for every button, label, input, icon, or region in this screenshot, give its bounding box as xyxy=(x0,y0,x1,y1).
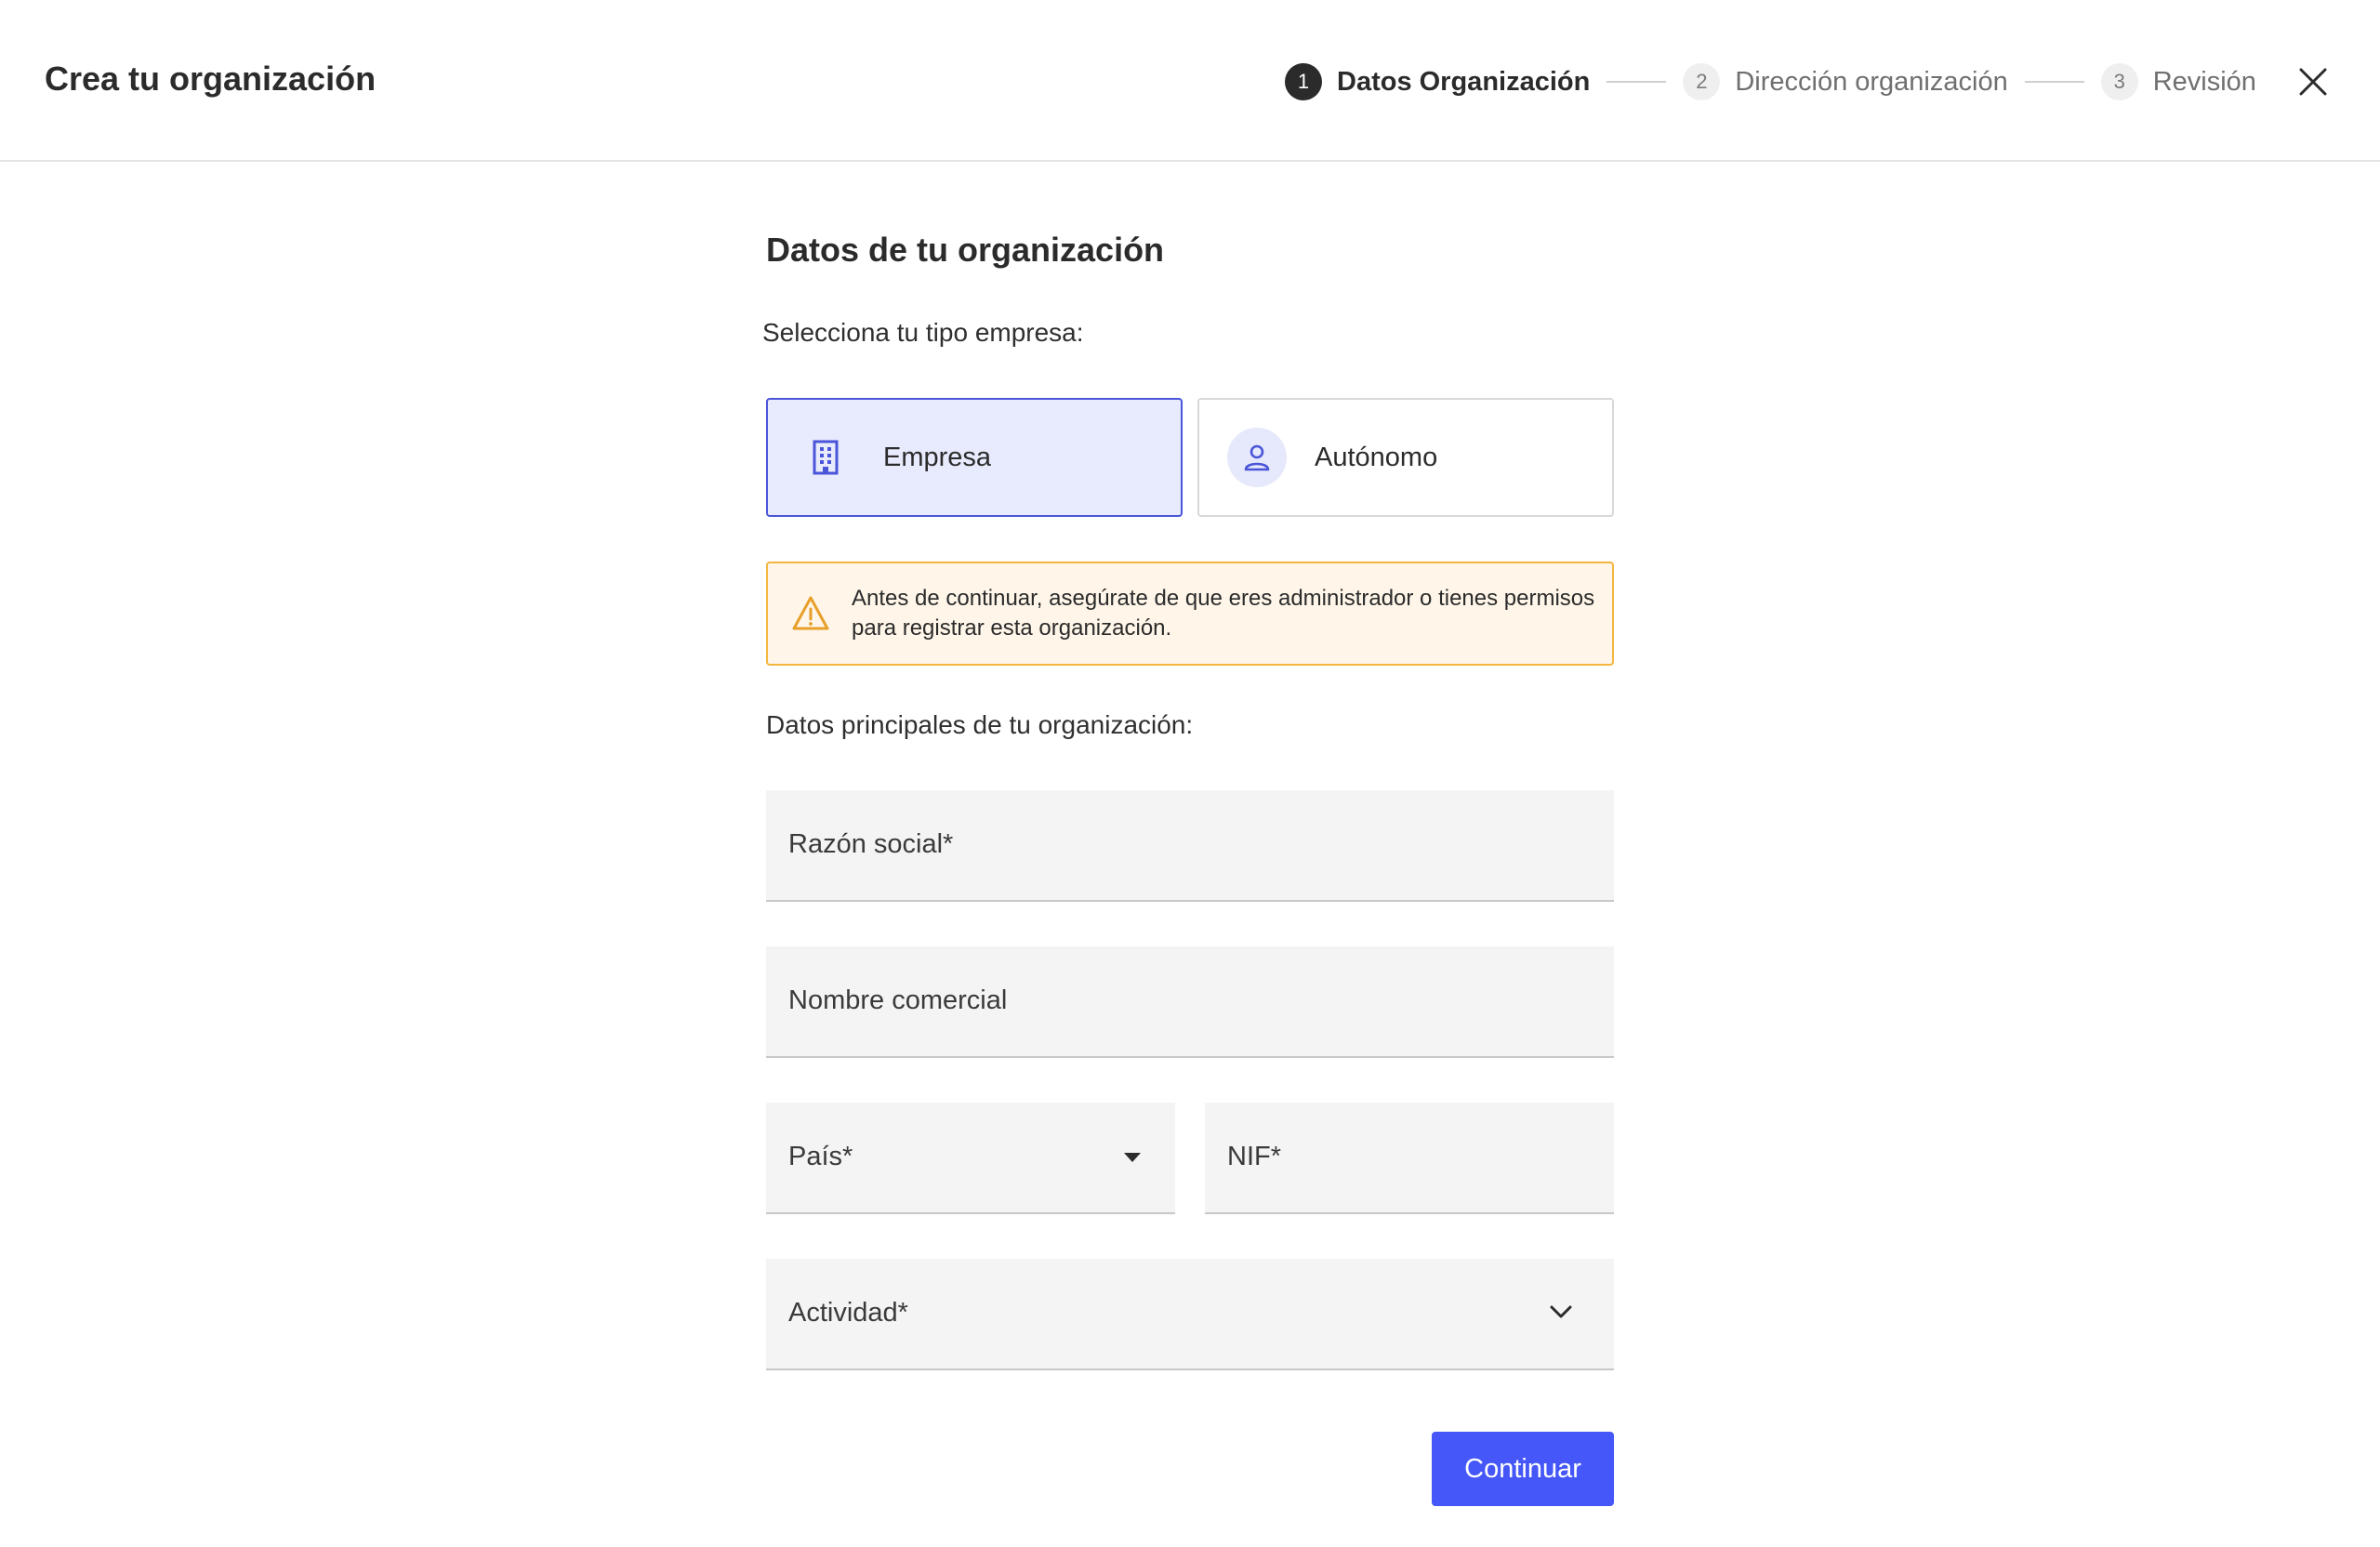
stepper: 1 Datos Organización 2 Dirección organiz… xyxy=(1285,63,2256,100)
field-label: NIF* xyxy=(1227,1142,1281,1171)
close-icon xyxy=(2299,68,2327,96)
main-data-prompt: Datos principales de tu organización: xyxy=(766,710,1194,739)
step-label: Datos Organización xyxy=(1337,66,1591,97)
step-number: 1 xyxy=(1285,63,1322,100)
actividad-select[interactable]: Actividad* xyxy=(766,1259,1614,1370)
step-datos-organizacion: 1 Datos Organización xyxy=(1285,63,1590,100)
caret-down-icon xyxy=(1124,1153,1141,1162)
step-number: 3 xyxy=(2100,63,2138,100)
field-label: País* xyxy=(788,1142,853,1171)
building-icon xyxy=(813,440,839,475)
nif-field[interactable]: NIF* xyxy=(1205,1103,1614,1214)
close-button[interactable] xyxy=(2294,63,2332,100)
section-title: Datos de tu organización xyxy=(766,231,1165,269)
type-option-label: Autónomo xyxy=(1315,442,1438,472)
nombre-comercial-field[interactable]: Nombre comercial xyxy=(766,946,1614,1058)
step-divider xyxy=(2024,81,2084,83)
field-label: Razón social* xyxy=(788,829,954,859)
pais-select[interactable]: País* xyxy=(766,1103,1175,1214)
step-divider xyxy=(1606,81,1667,83)
type-option-label: Empresa xyxy=(883,442,992,472)
header: Crea tu organización 1 Datos Organizació… xyxy=(0,0,2380,162)
chevron-down-icon xyxy=(1550,1305,1572,1318)
type-option-autonomo[interactable]: Autónomo xyxy=(1197,398,1614,517)
field-label: Nombre comercial xyxy=(788,985,1008,1015)
user-icon-wrapper xyxy=(1227,428,1287,487)
step-direccion-organizacion: 2 Dirección organización xyxy=(1683,63,2008,100)
user-icon xyxy=(1244,444,1270,471)
page-title: Crea tu organización xyxy=(45,60,377,98)
razon-social-field[interactable]: Razón social* xyxy=(766,790,1614,902)
step-label: Revisión xyxy=(2152,66,2256,97)
step-number: 2 xyxy=(1683,63,1721,100)
step-revision: 3 Revisión xyxy=(2100,63,2256,100)
building-icon-wrapper xyxy=(796,428,855,487)
type-option-empresa[interactable]: Empresa xyxy=(766,398,1183,517)
step-label: Dirección organización xyxy=(1735,66,2008,97)
warning-alert: Antes de continuar, asegúrate de que ere… xyxy=(766,562,1614,666)
type-prompt: Selecciona tu tipo empresa: xyxy=(762,318,1084,347)
warning-icon xyxy=(792,596,829,630)
continue-button[interactable]: Continuar xyxy=(1432,1432,1614,1506)
warning-text: Antes de continuar, asegúrate de que ere… xyxy=(852,586,1595,641)
field-label: Actividad* xyxy=(788,1298,908,1328)
